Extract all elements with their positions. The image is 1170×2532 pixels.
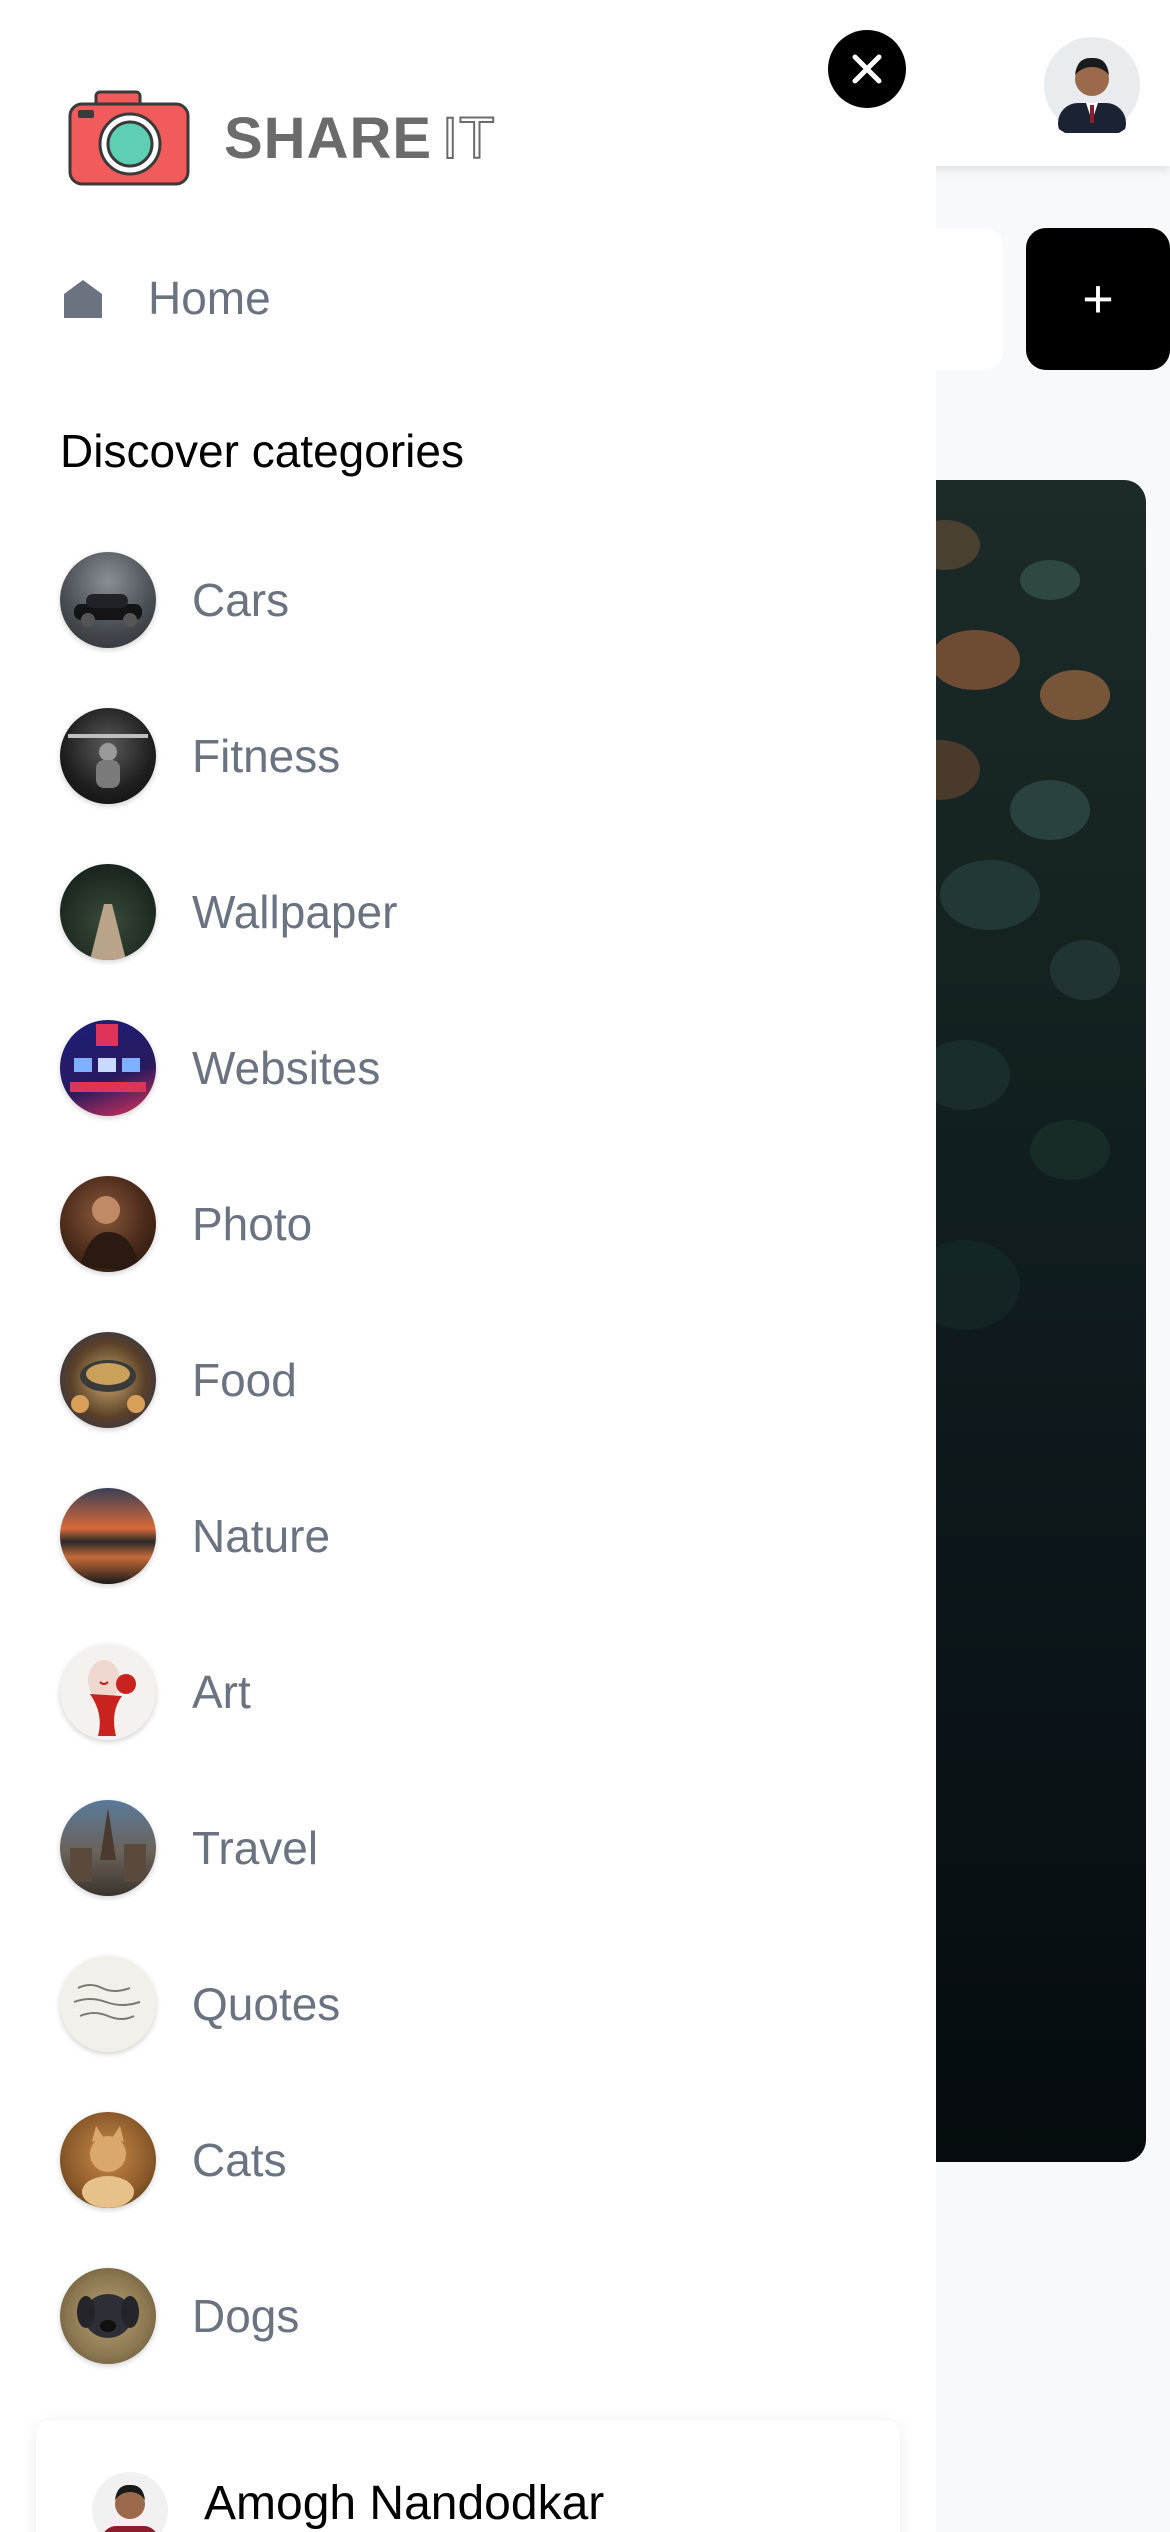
logo-text-suffix: IT xyxy=(441,105,496,172)
pin-card[interactable] xyxy=(900,480,1146,2162)
category-label: Art xyxy=(192,1666,251,1718)
avatar xyxy=(92,2472,168,2532)
section-title: Discover categories xyxy=(60,425,464,477)
category-label: Nature xyxy=(192,1510,331,1562)
category-thumbnail xyxy=(60,552,156,648)
category-label: Fitness xyxy=(192,730,341,782)
sidebar-drawer: SHARE IT Home Discover categories Cars F… xyxy=(0,0,936,2532)
sidebar-item-label: Home xyxy=(148,272,271,324)
category-thumbnail xyxy=(60,1020,156,1116)
sidebar-item-fitness[interactable]: Fitness xyxy=(60,708,397,804)
sidebar-item-travel[interactable]: Travel xyxy=(60,1800,397,1896)
category-thumbnail xyxy=(60,708,156,804)
create-pin-button[interactable]: + xyxy=(1026,228,1170,370)
category-label: Food xyxy=(192,1354,297,1406)
sidebar-item-cats[interactable]: Cats xyxy=(60,2112,397,2208)
category-label: Websites xyxy=(192,1042,381,1094)
sidebar-item-photo[interactable]: Photo xyxy=(60,1176,397,1272)
close-icon xyxy=(852,54,882,84)
sidebar-item-home[interactable]: Home xyxy=(62,262,271,334)
sidebar-item-nature[interactable]: Nature xyxy=(60,1488,397,1584)
category-thumbnail xyxy=(60,2268,156,2364)
home-icon xyxy=(64,280,102,318)
sidebar-item-art[interactable]: Art xyxy=(60,1644,397,1740)
sidebar-item-cars[interactable]: Cars xyxy=(60,552,397,648)
category-thumbnail xyxy=(60,1800,156,1896)
sidebar-item-websites[interactable]: Websites xyxy=(60,1020,397,1116)
profile-photo xyxy=(1044,37,1140,133)
category-label: Cats xyxy=(192,2134,287,2186)
category-label: Cars xyxy=(192,574,290,626)
category-label: Wallpaper xyxy=(192,886,398,938)
category-label: Photo xyxy=(192,1198,313,1250)
sidebar-item-quotes[interactable]: Quotes xyxy=(60,1956,397,2052)
app-logo[interactable]: SHARE IT xyxy=(68,88,496,188)
category-thumbnail xyxy=(60,1488,156,1584)
logo-wordmark: SHARE IT xyxy=(224,105,496,172)
sidebar-item-dogs[interactable]: Dogs xyxy=(60,2268,397,2364)
logo-text-main: SHARE xyxy=(224,105,433,171)
category-list: Cars Fitness Wallpaper Websites Photo Fo… xyxy=(60,552,397,2424)
app-screen: + SHARE IT Home Discover categories Cars… xyxy=(0,0,1170,2532)
camera-logo-icon xyxy=(68,90,190,186)
user-profile-link[interactable]: Amogh Nandodkar xyxy=(36,2420,900,2532)
category-thumbnail xyxy=(60,1332,156,1428)
sidebar-item-food[interactable]: Food xyxy=(60,1332,397,1428)
category-label: Quotes xyxy=(192,1978,341,2030)
category-thumbnail xyxy=(60,1644,156,1740)
category-label: Dogs xyxy=(192,2290,300,2342)
category-label: Travel xyxy=(192,1822,319,1874)
close-sidebar-button[interactable] xyxy=(828,30,906,108)
sidebar-item-wallpaper[interactable]: Wallpaper xyxy=(60,864,397,960)
profile-avatar[interactable] xyxy=(1037,30,1147,140)
user-name: Amogh Nandodkar xyxy=(204,2477,605,2530)
category-thumbnail xyxy=(60,2112,156,2208)
category-thumbnail xyxy=(60,1176,156,1272)
plus-icon: + xyxy=(1082,269,1114,329)
category-thumbnail xyxy=(60,1956,156,2052)
category-thumbnail xyxy=(60,864,156,960)
